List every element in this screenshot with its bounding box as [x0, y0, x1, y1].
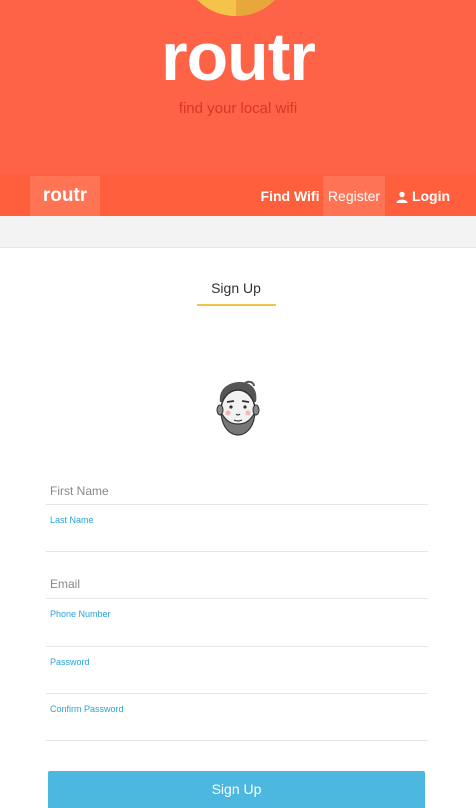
nav-login-label: Login	[411, 188, 451, 204]
active-tab-indicator	[197, 304, 276, 306]
first-name-field[interactable]: First Name	[46, 476, 428, 505]
nav-register[interactable]: Register	[323, 176, 385, 216]
tab-sign-up[interactable]: Sign Up	[196, 280, 276, 296]
last-name-field[interactable]: Last Name	[46, 505, 428, 552]
email-placeholder: Email	[50, 577, 81, 591]
navbar: routr Find Wifi Register Login	[0, 176, 476, 216]
sign-up-button[interactable]: Sign Up	[48, 771, 425, 808]
hero-title: routr	[161, 19, 316, 95]
confirm-password-label: Confirm Password	[50, 704, 124, 714]
email-field[interactable]: Email	[46, 570, 428, 599]
avatar-icon	[216, 380, 260, 436]
last-name-label: Last Name	[50, 515, 94, 525]
logo-icon	[188, 0, 284, 16]
nav-login[interactable]: Login	[386, 176, 460, 216]
nav-spacer	[0, 216, 476, 248]
hero-banner: routr find your local wifi	[0, 0, 476, 176]
first-name-placeholder: First Name	[50, 484, 109, 498]
nav-find-wifi[interactable]: Find Wifi	[258, 176, 322, 216]
navbar-brand[interactable]: routr	[30, 176, 100, 216]
phone-number-label: Phone Number	[50, 609, 111, 619]
phone-number-field[interactable]: Phone Number	[46, 599, 428, 647]
hero-tagline: find your local wifi	[178, 100, 298, 117]
confirm-password-field[interactable]: Confirm Password	[46, 694, 428, 741]
person-icon	[396, 191, 408, 203]
password-field[interactable]: Password	[46, 647, 428, 694]
password-label: Password	[50, 657, 90, 667]
